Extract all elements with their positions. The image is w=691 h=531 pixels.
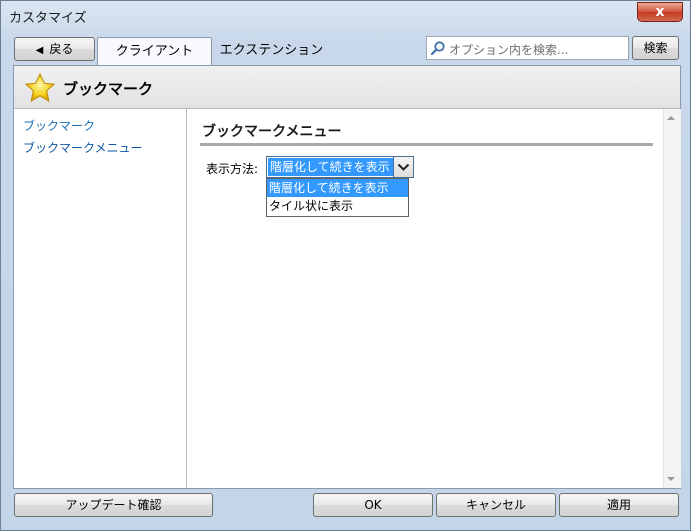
content-frame: ブックマーク ブックマーク ブックマークメニュー ブックマークメニュー 表示方法… [13, 65, 681, 489]
scroll-down-icon[interactable] [667, 477, 675, 481]
back-arrow-icon: ◀ [35, 45, 44, 56]
sidebar-item-bookmark[interactable]: ブックマーク [23, 117, 95, 134]
chevron-down-icon [397, 163, 410, 171]
cancel-button[interactable]: キャンセル [436, 493, 556, 517]
title-bar: カスタマイズ x [1, 1, 690, 29]
sidebar: ブックマーク ブックマークメニュー [14, 109, 187, 488]
page-header: ブックマーク [14, 66, 680, 109]
dropdown-option-tile[interactable]: タイル状に表示 [267, 197, 408, 215]
tab-client[interactable]: クライアント [97, 37, 212, 66]
section-title: ブックマークメニュー [202, 124, 342, 140]
close-button[interactable]: x [637, 2, 683, 22]
customize-window: カスタマイズ x ◀ 戻る クライアント エクステンション オプション内を検索..… [0, 0, 691, 531]
scroll-up-icon[interactable] [667, 116, 675, 120]
section-divider [200, 143, 653, 146]
vertical-scrollbar[interactable] [663, 109, 681, 488]
back-button-label: 戻る [49, 42, 74, 56]
main-panel: ブックマークメニュー 表示方法: 階層化して続きを表示 階層化して続きを表示 タ… [187, 109, 663, 488]
window-title: カスタマイズ [9, 11, 87, 26]
dropdown-arrow-button[interactable] [393, 157, 413, 177]
display-method-selected: 階層化して続きを表示 [268, 158, 394, 176]
tab-extension[interactable]: エクステンション [214, 37, 329, 66]
ok-button[interactable]: OK [313, 493, 433, 517]
search-button[interactable]: 検索 [632, 36, 679, 60]
dropdown-option-hierarchical[interactable]: 階層化して続きを表示 [267, 179, 408, 197]
display-method-dropdown: 階層化して続きを表示 タイル状に表示 [266, 178, 409, 217]
display-method-select[interactable]: 階層化して続きを表示 [266, 156, 414, 178]
sidebar-item-bookmark-menu[interactable]: ブックマークメニュー [23, 139, 143, 156]
display-method-label: 表示方法: [206, 162, 259, 176]
check-update-button[interactable]: アップデート確認 [14, 493, 213, 517]
back-button[interactable]: ◀ 戻る [14, 37, 95, 61]
search-icon [430, 41, 445, 56]
search-input[interactable]: オプション内を検索... [426, 36, 629, 60]
page-title: ブックマーク [63, 80, 154, 98]
apply-button[interactable]: 適用 [559, 493, 679, 517]
star-icon [24, 72, 56, 103]
search-placeholder: オプション内を検索... [449, 43, 569, 57]
